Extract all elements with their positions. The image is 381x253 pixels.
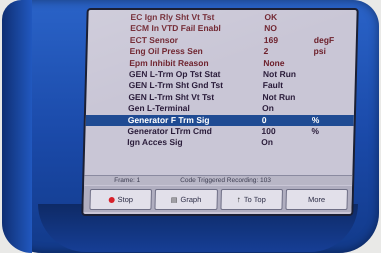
param-label: Gen L-Terminal [127,103,190,114]
data-row[interactable]: EC Ign Rly Sht Vt Tst OK [88,12,356,23]
param-unit: psi [313,46,327,57]
data-row[interactable]: ECM In VTD Fail Enabl NO [88,23,356,34]
param-label: Generator F Trm Sig [127,114,210,125]
status-bar: Frame: 1 Code Triggered Recording: 103 [84,175,353,185]
to-top-label: To Top [243,195,266,204]
param-value: 100 [261,125,276,136]
to-top-button[interactable]: ↑ To Top [219,189,283,210]
more-label: More [307,195,326,204]
softkey-bar: Stop ▤ Graph ↑ To Top More [83,186,353,212]
param-label: GEN L-Trm Op Tst Stat [128,68,221,79]
param-label: Ign Acces Sig [127,137,183,148]
data-row[interactable]: Generator LTrm Cmd 100% [85,126,353,137]
stop-icon [108,196,115,203]
param-value: NO [264,23,278,34]
data-row-selected[interactable]: Generator F Trm Sig 0% [85,114,354,126]
param-value: On [261,103,275,114]
data-row[interactable]: GEN L-Trm Op Tst Stat Not Run [87,69,355,80]
stop-label: Stop [117,195,134,204]
param-value: 0 [261,114,267,125]
more-button[interactable]: More [285,189,348,210]
param-value: Fault [262,80,284,91]
graph-label: Graph [180,195,202,204]
param-value: 2 [263,46,269,57]
param-value: Not Run [262,91,296,102]
param-unit: degF [313,34,335,45]
param-label: GEN L-Trm Sht Gnd Tst [128,80,224,91]
frame-indicator: Frame: 1 [114,177,141,184]
stop-button[interactable]: Stop [89,189,153,210]
graph-button[interactable]: ▤ Graph [154,189,218,210]
scan-tool-screen: EC Ign Rly Sht Vt Tst OK ECM In VTD Fail … [81,8,359,216]
param-value: None [263,57,285,68]
arrow-up-icon: ↑ [236,195,241,204]
housing-edge [2,0,32,253]
recording-status: Code Triggered Recording: 103 [180,177,272,184]
param-value: 169 [263,34,279,45]
param-label: GEN L-Trm Sht Vt Tst [128,91,215,102]
param-label: Eng Oil Press Sen [129,46,203,57]
data-row[interactable]: GEN L-Trm Sht Vt Tst Not Run [86,92,354,103]
param-label: ECM In VTD Fail Enabl [130,23,222,34]
param-value: Not Run [262,68,297,79]
param-label: Epm Inhibit Reason [129,57,209,68]
data-row[interactable]: Ign Acces Sig On [85,137,353,148]
param-label: EC Ign Rly Sht Vt Tst [130,12,215,22]
graph-icon: ▤ [170,196,178,204]
data-row[interactable]: Epm Inhibit Reason None [87,58,355,69]
data-list: EC Ign Rly Sht Vt Tst OK ECM In VTD Fail … [85,12,357,149]
data-row[interactable]: Gen L-Terminal On [86,103,354,114]
param-label: Generator LTrm Cmd [127,125,213,136]
param-label: ECT Sensor [129,34,179,45]
param-unit: % [311,114,320,125]
param-value: OK [264,12,278,22]
data-row[interactable]: Eng Oil Press Sen 2 psi [87,46,355,57]
param-value: On [261,137,274,148]
data-row[interactable]: GEN L-Trm Sht Gnd Tst Fault [87,80,355,91]
param-unit: % [311,125,320,136]
data-row[interactable]: ECT Sensor 169 degF [88,35,356,46]
